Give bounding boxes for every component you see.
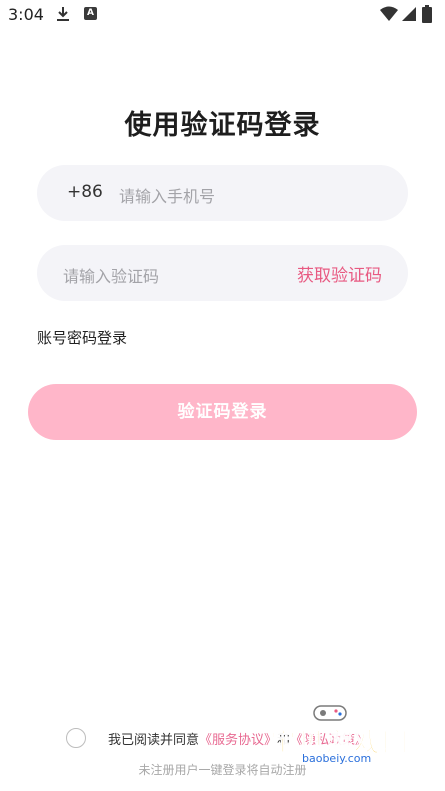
status-time: 3:04 [8, 5, 44, 24]
phone-input[interactable]: +86 请输入手机号 [37, 165, 408, 221]
code-placeholder: 请输入验证码 [63, 267, 160, 286]
verification-code-input[interactable]: 请输入验证码 获取验证码 [37, 245, 408, 301]
service-agreement-link[interactable]: 《服务协议》 [199, 733, 277, 748]
agreement-checkbox[interactable] [66, 728, 86, 748]
password-login-link[interactable]: 账号密码登录 [37, 327, 127, 348]
auto-register-note: 未注册用户一键登录将自动注册 [138, 763, 307, 777]
agreement-prefix: 我已阅读并同意 [108, 733, 200, 748]
download-icon [57, 7, 69, 21]
game-controller-icon [313, 705, 347, 721]
agreement-connector: 和 [277, 733, 291, 748]
login-screen: 3:04 A 使用验证码登录 +86 请输入手机号 请输入验证码 获取验证码 账… [0, 0, 445, 791]
signal-icon [402, 7, 416, 21]
page-title: 使用验证码登录 [124, 110, 321, 141]
status-bar: 3:04 A [0, 0, 445, 30]
country-code-selector[interactable]: +86 [67, 182, 103, 202]
get-code-button[interactable]: 获取验证码 [297, 261, 382, 286]
code-login-button[interactable]: 验证码登录 [28, 384, 417, 440]
battery-icon [422, 5, 432, 23]
app-notification-icon: A [84, 7, 97, 20]
agreement-text: 我已阅读并同意《服务协议》和《隐私政策》 [108, 729, 368, 748]
wifi-icon [380, 6, 398, 21]
phone-placeholder: 请输入手机号 [119, 187, 216, 206]
privacy-policy-link[interactable]: 《隐私政策》 [290, 733, 368, 748]
